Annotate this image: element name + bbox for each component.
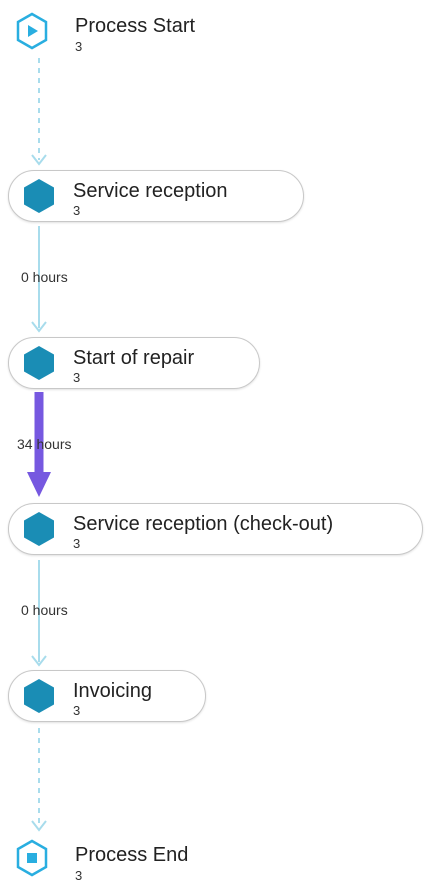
process-flow-diagram: 0 hours 34 hours 0 hours [17, 58, 71, 832]
transition-label-3: 0 hours [21, 602, 68, 618]
activity-start-of-repair[interactable]: Start of repair 3 [8, 337, 260, 389]
process-end-count: 3 [75, 868, 83, 883]
activity-hexagon-icon [24, 346, 54, 380]
activity-count: 3 [73, 536, 81, 551]
activity-invoicing[interactable]: Invoicing 3 [8, 670, 206, 722]
activity-hexagon-icon [24, 512, 54, 546]
activity-label: Invoicing [73, 680, 152, 702]
activity-hexagon-icon [24, 679, 54, 713]
activity-service-reception[interactable]: Service reception 3 [8, 170, 304, 222]
transition-label-2: 34 hours [17, 436, 71, 452]
activity-count: 3 [73, 203, 81, 218]
process-start-count: 3 [75, 39, 83, 54]
transition-label-1: 0 hours [21, 269, 68, 285]
process-start-node[interactable]: Process Start 3 [12, 8, 272, 58]
activity-service-reception-check-out[interactable]: Service reception (check-out) 3 [8, 503, 423, 555]
process-end-label: Process End [75, 844, 189, 866]
activity-count: 3 [73, 370, 81, 385]
activity-count: 3 [73, 703, 81, 718]
process-end-node[interactable]: Process End 3 [12, 836, 272, 886]
activity-hexagon-icon [24, 179, 54, 213]
arrowhead-start-of-repair-to-check-out [27, 472, 51, 497]
stop-icon [27, 853, 37, 863]
start-hexagon-icon [16, 12, 48, 50]
activity-label: Start of repair [73, 347, 195, 369]
process-start-label: Process Start [75, 15, 196, 37]
end-hexagon-icon [16, 839, 48, 877]
activity-label: Service reception [73, 180, 228, 202]
activity-label: Service reception (check-out) [73, 513, 334, 535]
